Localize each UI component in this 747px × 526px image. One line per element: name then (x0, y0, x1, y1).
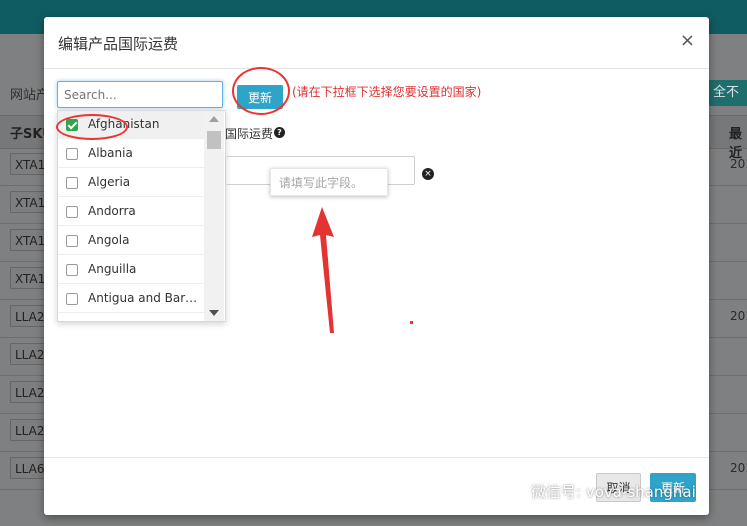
checkbox-icon[interactable] (66, 177, 78, 189)
country-option-label: Albania (88, 146, 133, 160)
col-header-recent: 最近 (729, 127, 743, 161)
close-icon[interactable]: × (680, 30, 695, 51)
country-option-label: Andorra (88, 204, 136, 218)
country-dropdown-list: Afghanistan Albania Algeria Andorra Angola An… (57, 110, 226, 322)
clear-icon[interactable]: × (422, 168, 434, 180)
help-icon[interactable]: ? (274, 127, 285, 138)
date-cell: 201 (730, 461, 747, 475)
country-option-label: Anguilla (88, 262, 137, 276)
shipping-fee-label: 国际运费 (225, 127, 274, 141)
country-option[interactable]: Algeria (58, 169, 204, 197)
scroll-thumb[interactable] (207, 131, 221, 149)
date-cell: 201 (730, 309, 747, 323)
wechat-icon (503, 483, 525, 499)
instruction-hint: (请在下拉框下选择您要设置的国家) (292, 85, 482, 99)
country-option-label: Antigua and Barb... (88, 291, 200, 305)
country-option[interactable]: Albania (58, 140, 204, 168)
checkbox-icon[interactable] (66, 264, 78, 276)
annotation-arrow-icon (312, 207, 334, 333)
annotation-circle-update (232, 67, 290, 115)
checkbox-icon[interactable] (66, 148, 78, 160)
country-option[interactable]: Anguilla (58, 256, 204, 284)
modal-header: 编辑产品国际运费 × (44, 17, 709, 69)
scroll-down-icon[interactable] (209, 310, 219, 316)
checkbox-icon[interactable] (66, 293, 78, 305)
wechat-watermark: 微信号: vova-shanghai (503, 481, 696, 502)
watermark-text: 微信号: vova-shanghai (531, 483, 696, 501)
deselect-all-button[interactable]: 全不 (707, 80, 747, 106)
date-cell: 201 (730, 157, 747, 171)
country-option-label: Angola (88, 233, 130, 247)
country-option[interactable]: Angola (58, 227, 204, 255)
country-option-label: Algeria (88, 175, 131, 189)
scroll-up-icon[interactable] (209, 116, 219, 122)
annotation-circle-afghanistan (56, 114, 128, 140)
dropdown-scrollbar[interactable] (204, 111, 224, 321)
modal-title: 编辑产品国际运费 (58, 35, 179, 53)
country-option[interactable]: Andorra (58, 198, 204, 226)
country-search-input[interactable] (57, 81, 223, 108)
country-option[interactable]: Antigua and Barb... (58, 285, 204, 313)
required-field-tooltip: 请填写此字段。 (270, 168, 388, 196)
edit-shipping-modal: 编辑产品国际运费 × 更新 (请在下拉框下选择您要设置的国家) Afghanis… (44, 17, 709, 515)
checkbox-icon[interactable] (66, 206, 78, 218)
annotation-dot (410, 321, 413, 324)
checkbox-icon[interactable] (66, 235, 78, 247)
